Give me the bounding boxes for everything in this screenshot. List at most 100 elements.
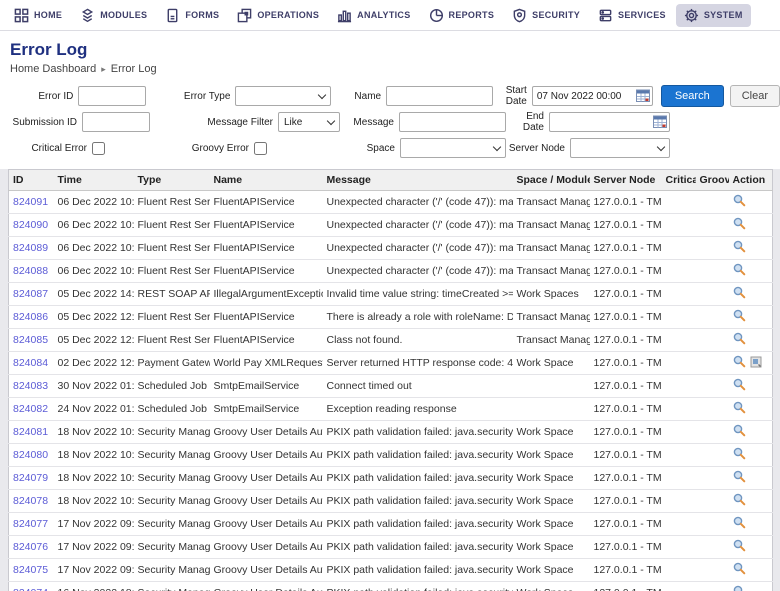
space-select[interactable] <box>400 138 506 158</box>
nav-label: HOME <box>34 10 62 20</box>
submission-id-input[interactable] <box>82 112 150 132</box>
submission-id-label: Submission ID <box>10 117 77 128</box>
error-id-link[interactable]: 824085 <box>13 334 48 346</box>
view-details-icon[interactable] <box>733 332 746 348</box>
cell-message: Class not found. <box>323 329 513 352</box>
cell-time: 18 Nov 2022 10:24:34 <box>54 421 134 444</box>
error-id-link[interactable]: 824086 <box>13 311 48 323</box>
message-filter-select[interactable]: Like <box>278 112 340 132</box>
view-details-icon[interactable] <box>733 217 746 233</box>
cell-type: Fluent Rest Service <box>134 214 210 237</box>
nav-item-services[interactable]: SERVICES <box>590 4 674 27</box>
cell-space: Transact Manager <box>513 260 590 283</box>
cell-message: Unexpected character ('/' (code 47)): ma… <box>323 260 513 283</box>
preview-details-icon[interactable] <box>750 356 762 371</box>
error-id-link[interactable]: 824090 <box>13 219 48 231</box>
cell-server-node: 127.0.0.1 - TM Se... <box>590 191 662 214</box>
groovy-error-checkbox[interactable] <box>254 142 267 155</box>
error-id-link[interactable]: 824089 <box>13 242 48 254</box>
nav-item-analytics[interactable]: ANALYTICS <box>329 4 418 27</box>
error-id-input[interactable] <box>78 86 146 106</box>
filter-panel: Error ID Error Type Name Start Date Sear… <box>0 77 780 169</box>
nav-item-security[interactable]: SECURITY <box>504 4 588 27</box>
calendar-icon[interactable] <box>636 89 650 107</box>
col-header-space-module: Space / Module <box>513 170 590 191</box>
error-id-link[interactable]: 824083 <box>13 380 48 392</box>
nav-item-operations[interactable]: OPERATIONS <box>229 4 327 27</box>
error-id-link[interactable]: 824081 <box>13 426 48 438</box>
critical-error-checkbox[interactable] <box>92 142 105 155</box>
cell-space: Transact Manager <box>513 191 590 214</box>
view-details-icon[interactable] <box>733 401 746 417</box>
error-id-link[interactable]: 824076 <box>13 541 48 553</box>
cell-critical <box>662 306 696 329</box>
view-details-icon[interactable] <box>733 585 746 591</box>
error-type-label: Error Type <box>146 91 230 102</box>
nav-label: SERVICES <box>618 10 666 20</box>
cell-groovy <box>696 444 729 467</box>
view-details-icon[interactable] <box>733 286 746 302</box>
error-id-link[interactable]: 824084 <box>13 357 48 369</box>
search-button[interactable]: Search <box>661 85 724 107</box>
cell-type: Security Manager <box>134 444 210 467</box>
error-id-link[interactable]: 824077 <box>13 518 48 530</box>
nav-item-system[interactable]: SYSTEM <box>676 4 751 27</box>
error-id-link[interactable]: 824080 <box>13 449 48 461</box>
view-details-icon[interactable] <box>733 194 746 210</box>
cell-groovy <box>696 421 729 444</box>
start-date-input[interactable] <box>532 86 653 106</box>
view-details-icon[interactable] <box>733 470 746 486</box>
cell-critical <box>662 421 696 444</box>
view-details-icon[interactable] <box>733 424 746 440</box>
error-id-link[interactable]: 824075 <box>13 564 48 576</box>
nav-item-modules[interactable]: MODULES <box>72 4 155 27</box>
view-details-icon[interactable] <box>733 562 746 578</box>
table-row: 824074 16 Nov 2022 18:05:27 Security Man… <box>9 582 773 591</box>
view-details-icon[interactable] <box>733 309 746 325</box>
view-details-icon[interactable] <box>733 493 746 509</box>
cell-space: Work Space <box>513 490 590 513</box>
cell-space: Work Space <box>513 582 590 591</box>
name-input[interactable] <box>386 86 493 106</box>
cell-message: Unexpected character ('/' (code 47)): ma… <box>323 191 513 214</box>
error-id-link[interactable]: 824079 <box>13 472 48 484</box>
breadcrumb-parent[interactable]: Home Dashboard <box>10 63 96 75</box>
view-details-icon[interactable] <box>733 539 746 555</box>
server-node-select[interactable] <box>570 138 670 158</box>
cell-server-node: 127.0.0.1 - TM Se... <box>590 306 662 329</box>
view-details-icon[interactable] <box>733 378 746 394</box>
cell-critical <box>662 582 696 591</box>
calendar-icon[interactable] <box>653 115 667 133</box>
nav-item-reports[interactable]: REPORTS <box>421 4 503 27</box>
view-details-icon[interactable] <box>733 447 746 463</box>
error-id-link[interactable]: 824078 <box>13 495 48 507</box>
cell-message: PKIX path validation failed: java.securi… <box>323 467 513 490</box>
end-date-input[interactable] <box>549 112 670 132</box>
view-details-icon[interactable] <box>733 516 746 532</box>
cell-space: Work Spaces <box>513 283 590 306</box>
cell-critical <box>662 329 696 352</box>
name-label: Name <box>331 91 381 102</box>
breadcrumb: Home Dashboard ▸ Error Log <box>10 63 770 75</box>
message-label: Message <box>340 117 394 128</box>
nav-label: FORMS <box>185 10 219 20</box>
error-id-link[interactable]: 824082 <box>13 403 48 415</box>
view-details-icon[interactable] <box>733 263 746 279</box>
cell-type: Security Manager <box>134 536 210 559</box>
error-id-link[interactable]: 824091 <box>13 196 48 208</box>
cell-groovy <box>696 329 729 352</box>
message-input[interactable] <box>399 112 506 132</box>
table-row: 824086 05 Dec 2022 12:44:48 Fluent Rest … <box>9 306 773 329</box>
view-details-icon[interactable] <box>733 240 746 256</box>
cell-server-node: 127.0.0.1 - TM Se... <box>590 444 662 467</box>
cell-type: Security Manager <box>134 559 210 582</box>
nav-item-forms[interactable]: FORMS <box>157 4 227 27</box>
clear-button[interactable]: Clear <box>730 85 780 107</box>
nav-item-home[interactable]: HOME <box>6 4 70 27</box>
error-id-link[interactable]: 824074 <box>13 587 48 591</box>
error-id-link[interactable]: 824088 <box>13 265 48 277</box>
view-details-icon[interactable] <box>733 355 746 371</box>
error-type-select[interactable] <box>235 86 331 106</box>
chevron-down-icon <box>493 143 501 151</box>
error-id-link[interactable]: 824087 <box>13 288 48 300</box>
